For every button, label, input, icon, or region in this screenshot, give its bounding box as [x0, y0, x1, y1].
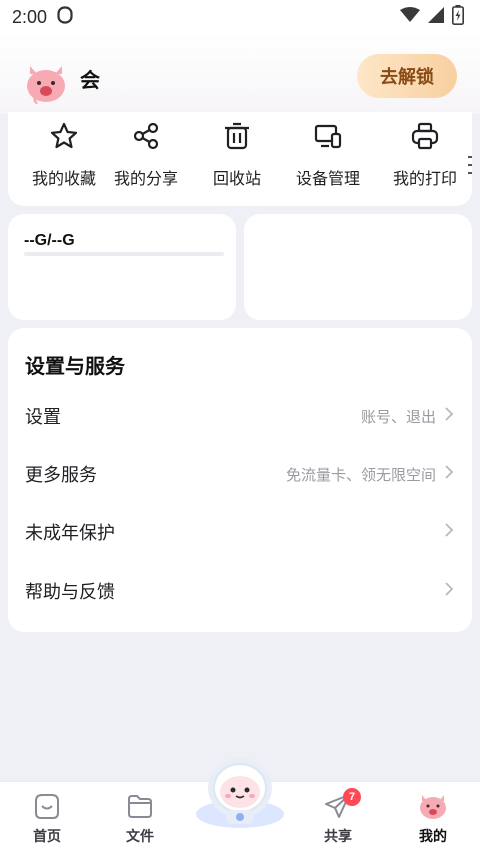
- row-label: 更多服务: [25, 465, 97, 485]
- row-label: 未成年保护: [25, 523, 115, 543]
- quick-actions-card: 我的收藏 我的分享 回收站 设备管理 我的打印: [8, 112, 472, 206]
- more-actions-indicator: [468, 156, 472, 174]
- nav-label: 首页: [33, 828, 61, 844]
- settings-row-minor-protection[interactable]: 未成年保护: [8, 503, 472, 561]
- settings-row-more-services[interactable]: 更多服务 免流量卡、领无限空间: [8, 445, 472, 503]
- quick-action-label: 我的收藏: [31, 171, 96, 188]
- signal-icon: [428, 6, 444, 28]
- profile-header: 会 去解锁: [0, 34, 480, 114]
- profile-avatar-icon: [417, 790, 449, 822]
- row-right: 免流量卡、领无限空间: [286, 464, 454, 485]
- quick-action-favorites[interactable]: 我的收藏: [19, 120, 109, 196]
- notification-icon: [57, 5, 73, 29]
- unlock-button[interactable]: 去解锁: [357, 54, 457, 98]
- chevron-right-icon: [444, 406, 454, 427]
- chevron-right-icon: [444, 581, 454, 602]
- row-subtitle: 免流量卡、领无限空间: [285, 466, 436, 484]
- row-label: 帮助与反馈: [25, 582, 115, 602]
- nav-files[interactable]: 文件: [105, 790, 175, 848]
- settings-services-title: 设置与服务: [25, 356, 125, 378]
- folder-icon: [124, 790, 156, 822]
- chevron-right-icon: [444, 522, 454, 543]
- mascot-center-button[interactable]: [190, 754, 290, 830]
- chevron-right-icon: [444, 464, 454, 485]
- status-right: [400, 4, 464, 30]
- settings-row-settings[interactable]: 设置 账号、退出: [8, 387, 472, 445]
- share-icon: [130, 120, 162, 152]
- quick-action-label: 设备管理: [295, 171, 360, 188]
- star-icon: [48, 120, 80, 152]
- battery-icon: [452, 4, 464, 30]
- storage-usage: --G/--G: [24, 232, 75, 249]
- username: 会: [80, 70, 100, 92]
- row-label: 设置: [25, 407, 61, 427]
- quick-action-print[interactable]: 我的打印: [380, 120, 470, 196]
- nav-label: 共享: [324, 828, 352, 844]
- row-right: 账号、退出: [361, 406, 454, 427]
- quick-action-share[interactable]: 我的分享: [101, 120, 191, 196]
- home-icon: [31, 790, 63, 822]
- quick-action-label: 回收站: [212, 171, 261, 188]
- row-subtitle: 账号、退出: [360, 408, 436, 426]
- quick-action-device-management[interactable]: 设备管理: [283, 120, 373, 196]
- storage-card[interactable]: --G/--G: [8, 214, 236, 320]
- settings-services-card: 设置与服务 设置 账号、退出 更多服务 免流量卡、领无限空间 未成年保护 帮助与…: [8, 328, 472, 632]
- info-card[interactable]: [244, 214, 472, 320]
- status-bar: 2:00: [0, 0, 480, 34]
- status-time: 2:00: [12, 6, 48, 27]
- wifi-icon: [400, 6, 420, 28]
- avatar[interactable]: [22, 58, 70, 106]
- settings-row-help-feedback[interactable]: 帮助与反馈: [8, 562, 472, 620]
- row-right: [444, 581, 454, 602]
- nav-mine[interactable]: 我的: [398, 790, 468, 848]
- nav-label: 文件: [126, 828, 154, 844]
- quick-action-label: 我的打印: [392, 171, 457, 188]
- device-icon: [312, 120, 344, 152]
- quick-action-recycle-bin[interactable]: 回收站: [192, 120, 282, 196]
- nav-home[interactable]: 首页: [12, 790, 82, 848]
- row-right: [444, 522, 454, 543]
- notification-badge: 7: [343, 788, 361, 806]
- storage-progress-bar: [24, 252, 224, 256]
- printer-icon: [409, 120, 441, 152]
- trash-icon: [221, 120, 253, 152]
- nav-label: 我的: [419, 828, 447, 844]
- status-left: 2:00: [12, 5, 73, 29]
- quick-action-label: 我的分享: [113, 171, 178, 188]
- nav-share[interactable]: 7 共享: [303, 788, 373, 848]
